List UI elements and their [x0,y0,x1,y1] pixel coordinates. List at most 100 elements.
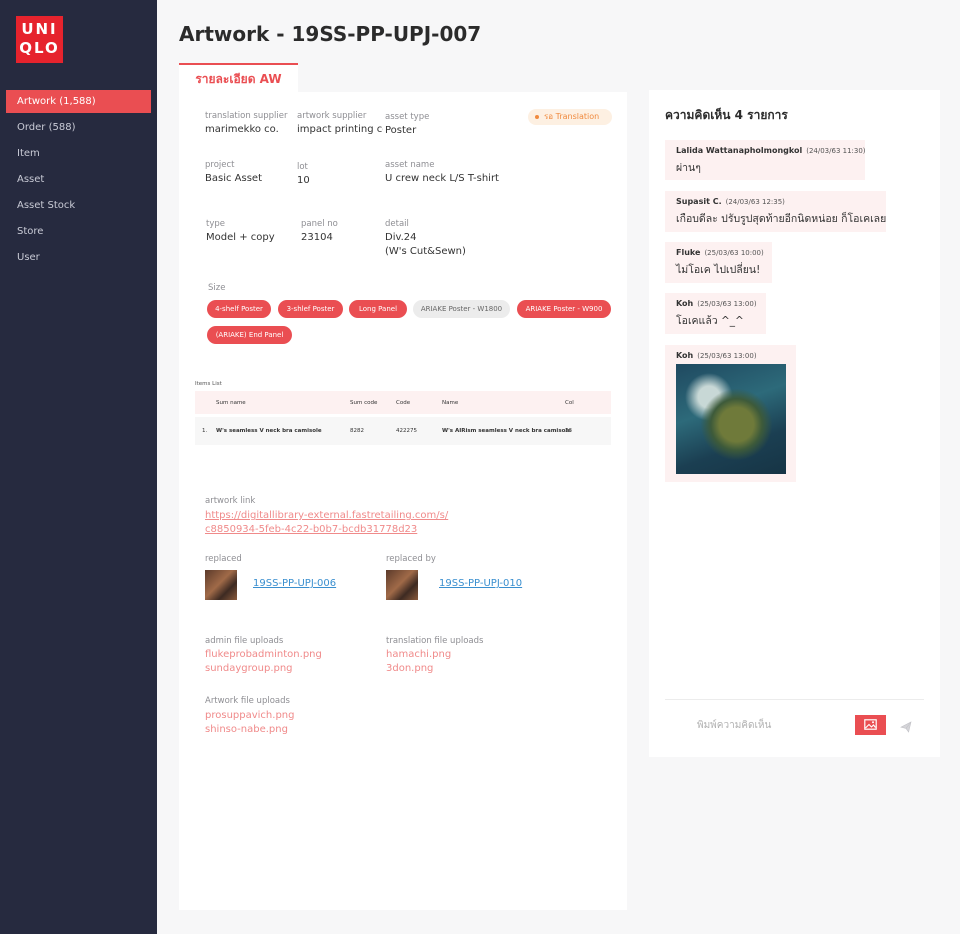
type-value: Model + copy [206,232,275,243]
table-row[interactable]: 1. W's seamless V neck bra camisole 8282… [195,417,611,445]
uploaded-file-link[interactable]: 3don.png [386,663,433,674]
column-header: Code [396,400,411,406]
sidebar-item-order[interactable]: Order (588) [6,116,151,139]
panel-no-value: 23104 [301,232,333,243]
tab-artwork-details[interactable]: รายละเอียด AW [179,63,298,92]
artwork-supplier-value: impact printing co [297,124,383,135]
attach-image-button[interactable] [855,715,886,735]
size-pill[interactable]: ARIAKE Poster - W900 [517,300,611,318]
cell-sum-name: W's seamless V neck bra camisole [216,428,322,434]
comment-time: (25/03/63 13:00) [697,300,757,308]
comment-bubble: Koh (25/03/63 13:00) [665,345,796,482]
size-pill[interactable]: ARIAKE Poster - W1800 [413,300,510,318]
asset-name-label: asset name [385,160,435,170]
comment-author: Fluke [676,248,701,257]
project-label: project [205,160,235,170]
lot-value: 10 [297,175,310,186]
column-header: Col [565,400,574,406]
sidebar-item-asset-stock[interactable]: Asset Stock [6,194,151,217]
comments-panel: ความคิดเห็น 4 รายการ Lalida Wattanapholm… [649,90,940,757]
comment-text: เกือบดีละ ปรับรูปสุดท้ายอีกนิดหน่อย ก็โอ… [676,213,887,225]
send-icon [900,721,912,733]
page-title: Artwork - 19SS-PP-UPJ-007 [179,22,482,46]
uploaded-file-link[interactable]: shinso-nabe.png [205,724,288,735]
column-header: Sum code [350,400,378,406]
cell-name: W's AIRism seamless V neck bra camisole [442,428,571,434]
comment-time: (24/03/63 11:30) [806,147,866,155]
divider [665,699,924,700]
sidebar-item-store[interactable]: Store [6,220,151,243]
items-list-label: Items List [195,381,222,387]
uploaded-file-link[interactable]: prosuppavich.png [205,710,294,721]
items-table-header: Sum name Sum code Code Name Col [195,391,611,414]
comment-author: Lalida Wattanapholmongkol [676,146,803,155]
size-pill[interactable]: (ARIAKE) End Panel [207,326,292,344]
comment-time: (25/03/63 10:00) [704,249,764,257]
sidebar-item-artwork[interactable]: Artwork (1,588) [6,90,151,113]
replaced-by-thumbnail[interactable] [386,570,418,600]
sidebar-nav: Artwork (1,588) Order (588) Item Asset A… [6,90,151,272]
comment-image[interactable] [676,364,786,474]
artwork-supplier-label: artwork supplier [297,111,367,121]
status-badge: รอ Translation [528,109,612,125]
size-label: Size [208,283,226,293]
comment-author: Koh [676,351,694,360]
translation-supplier-label: translation supplier [205,111,288,121]
asset-type-value: Poster [385,125,417,136]
panel-no-label: panel no [301,219,338,229]
comment-bubble: Supasit C. (24/03/63 12:35) เกือบดีละ ปรั… [665,191,886,232]
detail-value-line1: Div.24 [385,232,417,243]
sidebar-item-item[interactable]: Item [6,142,151,165]
comment-bubble: Koh (25/03/63 13:00) โอเคแล้ว ^_^ [665,293,766,334]
sidebar: UNI QLO Artwork (1,588) Order (588) Item… [0,0,157,934]
uploaded-file-link[interactable]: flukeprobadminton.png [205,649,322,660]
type-label: type [206,219,225,229]
detail-label: detail [385,219,409,229]
comment-author: Koh [676,299,694,308]
artwork-link[interactable]: https://digitallibrary-external.fastreta… [205,510,448,521]
uploaded-file-link[interactable]: sundaygroup.png [205,663,293,674]
comment-text: ไม่โอเค ไปเปลี่ยน! [676,264,761,276]
artwork-link-continued[interactable]: c8850934-5feb-4c22-b0b7-bcdb31778d23 [205,524,417,535]
comment-bubble: Lalida Wattanapholmongkol (24/03/63 11:30… [665,140,866,180]
cell-col: 33 [565,428,572,434]
status-dot-icon [535,115,539,119]
comment-author: Supasit C. [676,197,722,206]
translation-uploads-label: translation file uploads [386,636,484,646]
comment-text: โอเคแล้ว ^_^ [676,315,744,327]
size-pill[interactable]: Long Panel [349,300,407,318]
project-value: Basic Asset [205,173,262,184]
sidebar-item-asset[interactable]: Asset [6,168,151,191]
sidebar-item-user[interactable]: User [6,246,151,269]
comment-text: ผ่านๆ [676,162,701,174]
admin-uploads-label: admin file uploads [205,636,284,646]
comments-title: ความคิดเห็น 4 รายการ [665,108,788,122]
replaced-link[interactable]: 19SS-PP-UPJ-006 [253,578,336,589]
artwork-details-card: translation supplier marimekko co. artwo… [179,92,627,910]
image-icon [864,719,877,730]
comment-time: (24/03/63 12:35) [725,198,785,206]
column-header: Sum name [216,400,246,406]
comment-input[interactable]: พิมพ์ความคิดเห็น [697,718,771,733]
lot-label: lot [297,162,308,172]
row-number: 1. [202,428,208,434]
artwork-link-label: artwork link [205,496,256,506]
artwork-uploads-label: Artwork file uploads [205,696,290,706]
cell-sum-code: 8282 [350,428,364,434]
send-button[interactable] [900,718,912,737]
comment-time: (25/03/63 13:00) [697,352,757,360]
size-pill[interactable]: 4-shelf Poster [207,300,271,318]
detail-value-line2: (W's Cut&Sewn) [385,246,466,257]
cell-code: 422275 [396,428,417,434]
replaced-thumbnail[interactable] [205,570,237,600]
comment-bubble: Fluke (25/03/63 10:00) ไม่โอเค ไปเปลี่ยน! [665,242,772,283]
replaced-by-link[interactable]: 19SS-PP-UPJ-010 [439,578,522,589]
uniqlo-logo[interactable]: UNI QLO [16,16,63,63]
asset-type-label: asset type [385,112,430,122]
asset-name-value: U crew neck L/S T-shirt [385,173,499,184]
replaced-by-label: replaced by [386,554,436,564]
column-header: Name [442,400,459,406]
replaced-label: replaced [205,554,242,564]
size-pill[interactable]: 3-shlef Poster [278,300,343,318]
uploaded-file-link[interactable]: hamachi.png [386,649,451,660]
